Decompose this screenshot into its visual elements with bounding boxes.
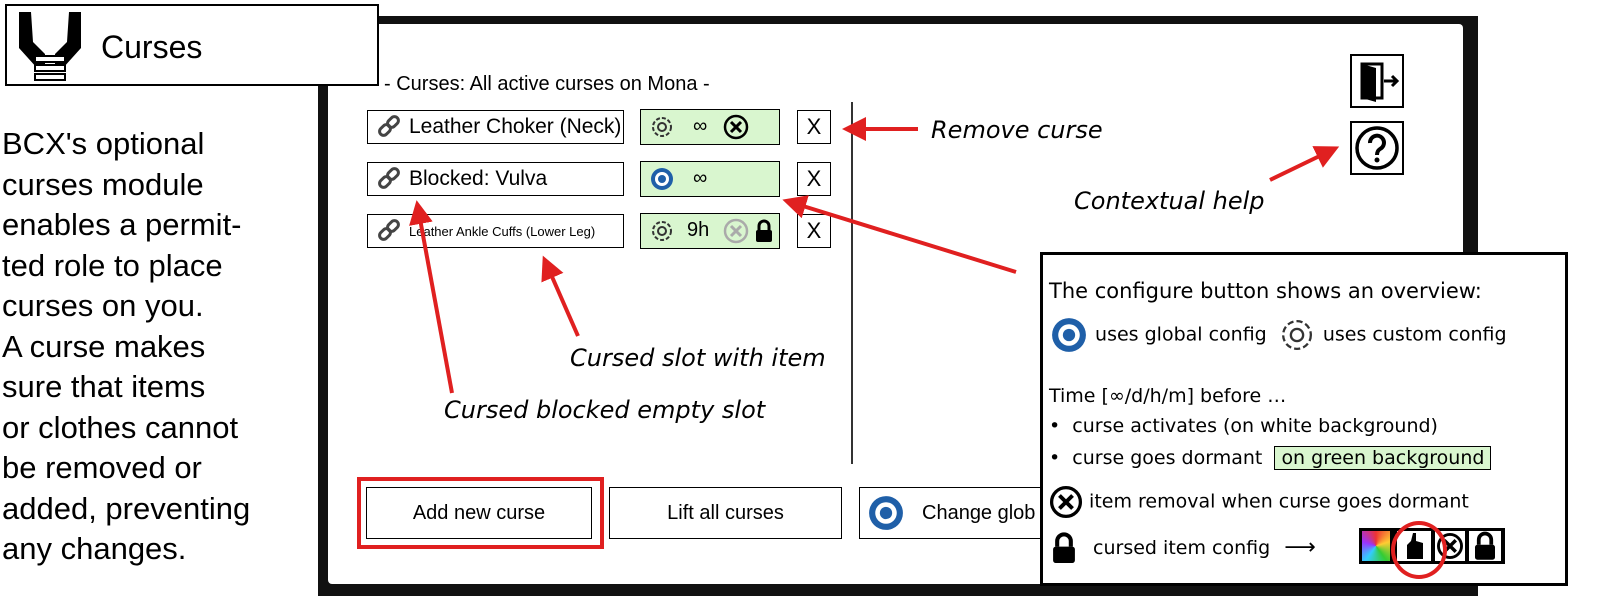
add-curse-highlight: [357, 477, 604, 549]
info-dormant-label: curse goes dormant: [1072, 447, 1263, 469]
chain-icon: [378, 219, 400, 241]
info-global-label: uses global config: [1095, 323, 1267, 346]
intro-line: be removed or: [2, 450, 202, 485]
gear-outline-icon: [652, 117, 672, 137]
info-bullet-dormant: • curse goes dormant on green background: [1049, 446, 1492, 470]
hand-button-highlight: [1391, 521, 1447, 579]
info-cursed-config-row: cursed item config ⟶: [1049, 531, 1316, 565]
intro-line: curses module: [2, 166, 204, 202]
curse-item-label: Leather Ankle Cuffs (Lower Leg): [409, 223, 596, 239]
bound-hands-icon: [19, 12, 81, 81]
removal-x-icon: [723, 218, 749, 244]
intro-line: any changes.: [2, 531, 187, 566]
gear-outline-icon: [1281, 320, 1312, 350]
help-button[interactable]: [1350, 121, 1404, 175]
intro-line: A curse makes: [2, 328, 206, 364]
info-arrow: ⟶: [1284, 534, 1316, 560]
curse-timer: ∞: [693, 167, 708, 189]
curse-item-button[interactable]: Leather Ankle Cuffs (Lower Leg): [367, 214, 624, 248]
intro-line: sure that items: [2, 369, 206, 404]
removal-x-icon: [1049, 485, 1083, 519]
annotation-cursed-slot: Cursed slot with item: [570, 344, 826, 372]
curse-item-button[interactable]: Leather Choker (Neck): [367, 110, 624, 144]
curse-timer: 9h: [687, 219, 710, 241]
info-removal-row: item removal when curse goes dormant: [1049, 485, 1469, 519]
info-activates-label: curse activates (on white background): [1072, 415, 1438, 437]
curse-config-button[interactable]: ∞: [640, 161, 780, 197]
intro-text: BCX's optional curses module enables a p…: [2, 124, 292, 570]
info-cursed-config-label: cursed item config: [1093, 536, 1271, 559]
gear-global-icon: [869, 496, 903, 530]
gear-global-icon: [651, 168, 673, 190]
curse-timer: ∞: [693, 115, 708, 137]
info-custom-label: uses custom config: [1322, 323, 1507, 346]
curse-item-label: Blocked: Vulva: [409, 167, 548, 190]
module-title: Curses: [101, 29, 203, 65]
intro-line: BCX's optional: [2, 126, 205, 161]
change-global-config-button[interactable]: Change glob: [859, 487, 1049, 539]
lift-all-curses-button[interactable]: Lift all curses: [609, 487, 842, 539]
gear-global-icon: [1052, 318, 1086, 352]
change-global-label: Change glob: [922, 501, 1036, 524]
remove-curse-button[interactable]: X: [797, 214, 831, 248]
intro-line: added, preventing: [2, 490, 251, 526]
intro-line: curses on you.: [2, 288, 204, 323]
info-bullet-activates: • curse activates (on white background): [1049, 415, 1438, 437]
exit-button[interactable]: [1350, 54, 1404, 108]
curse-item-label: Leather Choker (Neck): [409, 115, 622, 138]
annotation-remove-curse: Remove curse: [931, 116, 1103, 144]
info-time-line: Time [∞/d/h/m] before …: [1049, 385, 1287, 407]
configure-info-box: The configure button shows an overview: …: [1040, 252, 1568, 586]
annotation-blocked-slot: Cursed blocked empty slot: [444, 396, 766, 424]
intro-line: enables a permit-: [2, 207, 242, 242]
panel-divider: [851, 102, 853, 464]
info-green-label: on green background: [1274, 446, 1492, 470]
info-removal-label: item removal when curse goes dormant: [1089, 490, 1469, 513]
module-title-badge: Curses: [5, 4, 379, 86]
chain-icon: [378, 167, 400, 189]
help-question-icon: [1355, 126, 1399, 170]
remove-curse-button[interactable]: X: [797, 110, 831, 144]
info-global-row: uses global config uses custom config: [1049, 315, 1507, 355]
intro-line: ted role to place: [2, 247, 223, 283]
curse-config-button[interactable]: ∞: [640, 109, 780, 145]
info-heading: The configure button shows an overview:: [1049, 279, 1482, 303]
chain-icon: [378, 115, 400, 137]
intro-line: or clothes cannot: [2, 409, 239, 445]
lock-icon: [756, 219, 772, 242]
removal-x-icon: [723, 114, 749, 140]
panel-header: - Curses: All active curses on Mona -: [384, 73, 710, 95]
color-wheel-icon: [1362, 531, 1390, 561]
annotation-contextual-help: Contextual help: [1074, 187, 1265, 215]
curse-config-button[interactable]: 9h: [640, 213, 780, 249]
lock-icon: [1469, 531, 1501, 561]
exit-door-icon: [1360, 62, 1400, 102]
curse-item-button[interactable]: Blocked: Vulva: [367, 162, 624, 196]
lock-icon: [1053, 532, 1075, 563]
remove-curse-button[interactable]: X: [797, 162, 831, 196]
gear-outline-icon: [652, 221, 672, 241]
